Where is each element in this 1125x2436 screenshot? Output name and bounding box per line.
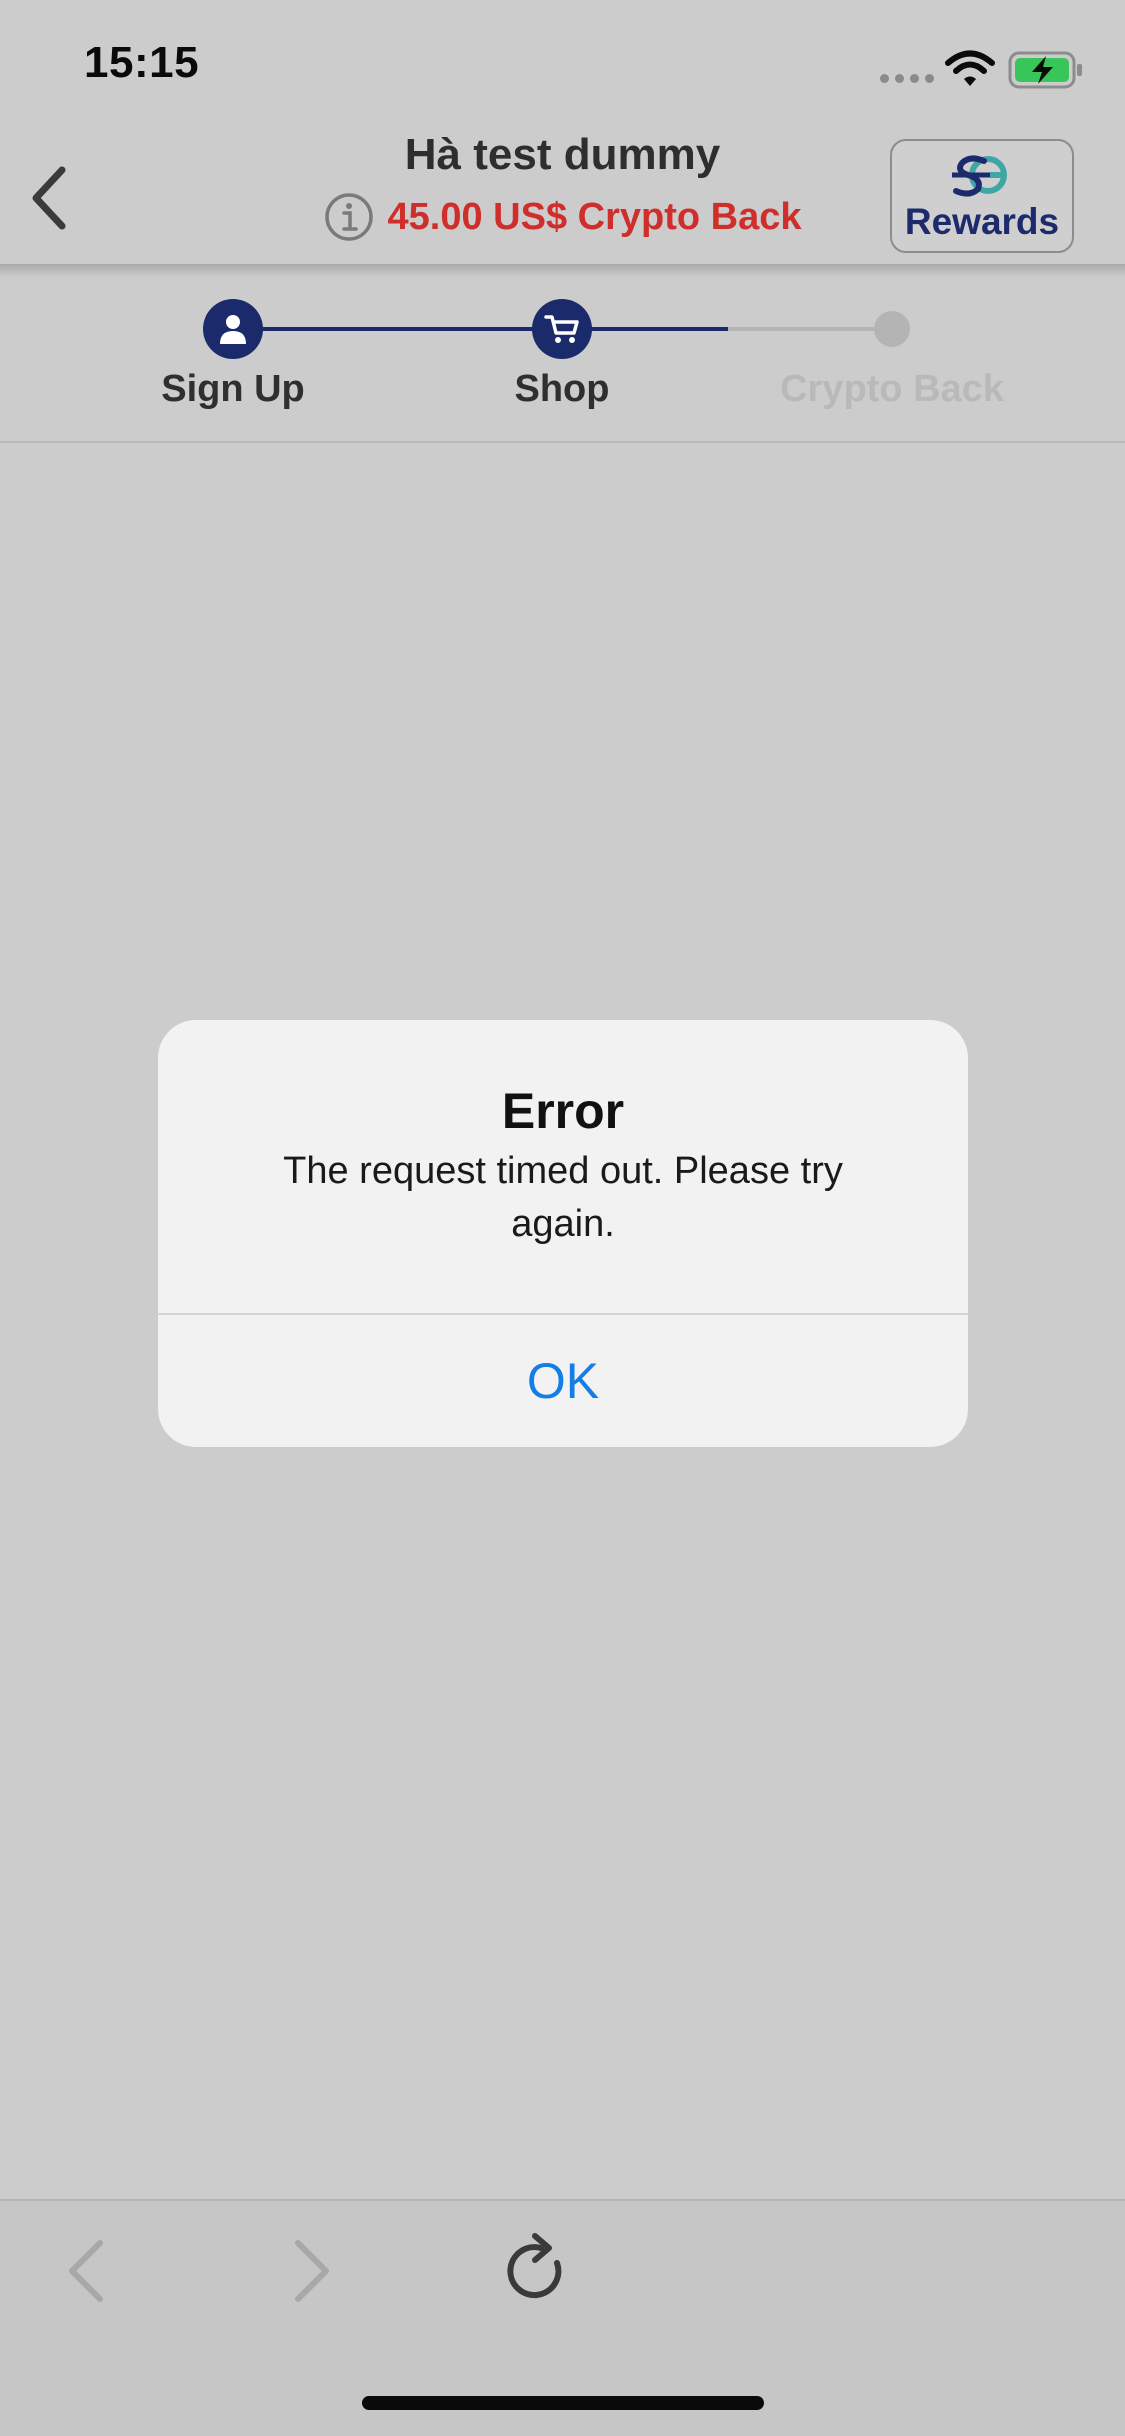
person-icon	[220, 315, 246, 344]
alert-message: The request timed out. Please try again.	[283, 1150, 843, 1245]
cart-icon	[544, 315, 579, 343]
alert-title: Error	[501, 1083, 625, 1139]
alert-ok-button[interactable]: OK	[158, 1315, 968, 1447]
home-indicator	[362, 2396, 764, 2410]
rewards-button[interactable]: Rewards	[890, 139, 1074, 253]
stepper-pending-line	[728, 327, 892, 331]
stepper-progress-line	[233, 327, 728, 331]
chevron-right-icon[interactable]	[284, 2235, 340, 2307]
info-circle-icon[interactable]	[324, 192, 374, 242]
error-alert: Error The request timed out. Please try …	[158, 1020, 968, 1447]
header-divider	[0, 264, 1125, 276]
chevron-left-icon[interactable]	[58, 2235, 114, 2307]
step-label-sign-up: Sign Up	[161, 368, 305, 410]
signal-dots-icon	[880, 74, 934, 83]
step-label-shop: Shop	[514, 368, 610, 410]
reload-icon[interactable]	[505, 2233, 575, 2309]
crypto-back-amount: 45.00 US$ Crypto Back	[387, 195, 802, 238]
sg-logo-icon	[952, 155, 1007, 197]
step-shop-circle	[532, 299, 592, 359]
status-time: 15:15	[84, 38, 200, 87]
wifi-icon	[945, 50, 995, 86]
battery-charging-icon	[1008, 51, 1082, 89]
rewards-label: Rewards	[904, 201, 1060, 242]
step-crypto-back-dot	[874, 311, 910, 347]
step-label-crypto-back: Crypto Back	[780, 368, 1004, 410]
step-sign-up-circle	[203, 299, 263, 359]
stepper-divider	[0, 441, 1125, 443]
